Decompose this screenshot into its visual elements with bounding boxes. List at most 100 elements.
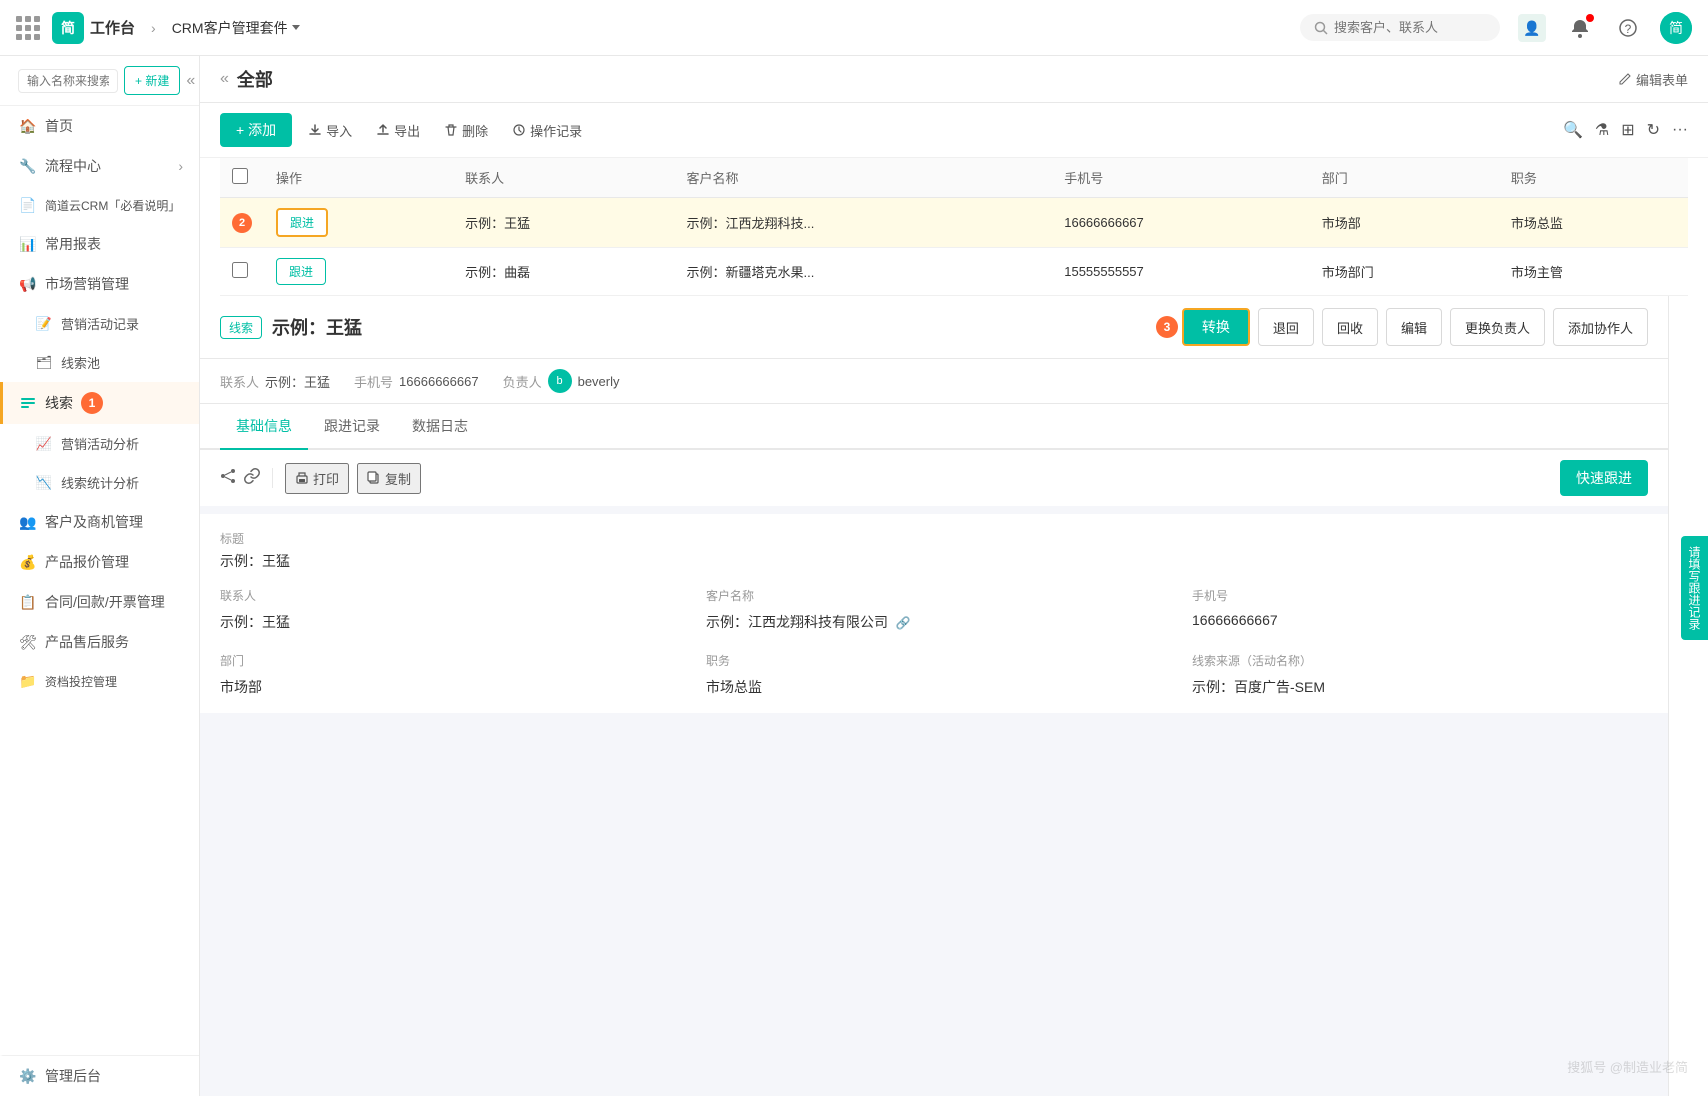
side-quick-panel: 请填写跟进记录 xyxy=(1668,296,1708,1096)
sidebar-item-admin[interactable]: ⚙️ 管理后台 xyxy=(0,1055,199,1096)
collapse-sidebar-btn[interactable]: « xyxy=(220,70,229,88)
export-button[interactable]: 导出 xyxy=(368,115,428,146)
tab-data-log[interactable]: 数据日志 xyxy=(396,404,484,450)
sidebar-item-leads[interactable]: 线索 1 xyxy=(0,382,199,424)
toolbar-separator xyxy=(272,468,273,488)
svg-text:简: 简 xyxy=(1669,20,1683,36)
sidebar-item-leads-analysis[interactable]: 📉 线索统计分析 xyxy=(0,463,199,502)
convert-button[interactable]: 转换 xyxy=(1182,308,1250,346)
detail-wrapper: 线索 示例：王猛 3 转换 退回 回收 编辑 更换负责人 添加协作人 xyxy=(200,296,1708,1096)
leads-analysis-icon: 📉 xyxy=(35,474,53,492)
table-row: 2 跟进 示例：王猛 示例：江西龙翔科技... 16666666667 市场部 … xyxy=(220,198,1688,248)
user-avatar[interactable]: 简 xyxy=(1660,12,1692,44)
leads-badge: 1 xyxy=(81,392,103,414)
sidebar-item-leads-pool[interactable]: 🗂 线索池 xyxy=(0,343,199,382)
row2-checkbox[interactable] xyxy=(232,262,248,278)
breadcrumb-crm[interactable]: CRM客户管理套件 xyxy=(172,18,300,38)
detail-content-toolbar: 打印 复制 快速跟进 xyxy=(200,450,1668,506)
add-collaborator-button[interactable]: 添加协作人 xyxy=(1553,308,1648,346)
doc-icon: 📄 xyxy=(19,196,37,214)
sidebar-item-reports[interactable]: 📊 常用报表 xyxy=(0,224,199,264)
add-button[interactable]: + 添加 xyxy=(220,113,292,147)
activity-log-button[interactable]: 操作记录 xyxy=(504,115,590,146)
sidebar-item-assets[interactable]: 📁 资档投控管理 xyxy=(0,662,199,700)
marketing-icon: 📢 xyxy=(19,275,37,293)
detail-info-bar: 联系人 示例：王猛 手机号 16666666667 负责人 b beverly xyxy=(200,359,1668,404)
col-contact: 联系人 xyxy=(453,158,674,198)
toolbar-more-icon[interactable]: ··· xyxy=(1672,121,1688,139)
assets-icon: 📁 xyxy=(19,672,37,690)
svg-text:?: ? xyxy=(1625,22,1632,36)
leads-pool-icon: 🗂 xyxy=(35,354,53,372)
reclaim-button[interactable]: 回收 xyxy=(1322,308,1378,346)
svg-text:👤: 👤 xyxy=(1523,20,1540,37)
sidebar-item-customers[interactable]: 👥 客户及商机管理 xyxy=(0,502,199,542)
sidebar-item-jiandao[interactable]: 📄 简道云CRM「必看说明」 xyxy=(0,186,199,224)
toolbar-search-icon[interactable]: 🔍 xyxy=(1563,120,1583,140)
row2-followup-button[interactable]: 跟进 xyxy=(276,258,326,285)
sidebar-item-marketing[interactable]: 📢 市场营销管理 xyxy=(0,264,199,304)
sidebar-item-contract[interactable]: 📋 合同/回款/开票管理 xyxy=(0,582,199,622)
edit-button[interactable]: 编辑 xyxy=(1386,308,1442,346)
retreat-button[interactable]: 退回 xyxy=(1258,308,1314,346)
logo-text[interactable]: 工作台 xyxy=(90,17,135,38)
import-button[interactable]: 导入 xyxy=(300,115,360,146)
activity-icon: 📝 xyxy=(35,315,53,333)
share-icon[interactable] xyxy=(220,468,236,489)
sidebar-item-after-sales[interactable]: 🛠 产品售后服务 xyxy=(0,622,199,662)
list-toolbar: + 添加 导入 导出 删除 操作记录 🔍 ⚗ ⊞ ↻ · xyxy=(200,103,1708,158)
col-customer: 客户名称 xyxy=(675,158,1053,198)
user-icon[interactable]: 👤 xyxy=(1516,12,1548,44)
edit-form-button[interactable]: 编辑表单 xyxy=(1618,70,1688,89)
tab-followup-records[interactable]: 跟进记录 xyxy=(308,404,396,450)
notification-icon[interactable] xyxy=(1564,12,1596,44)
row1-followup-button[interactable]: 跟进 xyxy=(276,208,328,237)
clock-icon xyxy=(512,123,526,137)
page-title-area: « 全部 xyxy=(220,66,273,92)
sidebar-item-mkt-analysis[interactable]: 📈 营销活动分析 xyxy=(0,424,199,463)
copy-button[interactable]: 复制 xyxy=(357,463,421,494)
sidebar: + 新建 « 🏠 首页 🔧 流程中心 › 📄 简道云CRM「必看说明」 📊 常用… xyxy=(0,56,200,1096)
change-owner-button[interactable]: 更换负责人 xyxy=(1450,308,1545,346)
row1-step-badge: 2 xyxy=(232,213,252,233)
sidebar-item-home[interactable]: 🏠 首页 xyxy=(0,106,199,146)
sidebar-item-workflow[interactable]: 🔧 流程中心 › xyxy=(0,146,199,186)
export-icon xyxy=(376,123,390,137)
top-nav: 简 工作台 › CRM客户管理套件 👤 ? 简 xyxy=(0,0,1708,56)
delete-button[interactable]: 删除 xyxy=(436,115,496,146)
field-dept: 部门 市场部 xyxy=(220,652,676,697)
global-search-input[interactable] xyxy=(1334,20,1474,35)
global-search[interactable] xyxy=(1300,14,1500,41)
detail-main: 线索 示例：王猛 3 转换 退回 回收 编辑 更换负责人 添加协作人 xyxy=(200,296,1668,1096)
customers-icon: 👥 xyxy=(19,513,37,531)
right-quick-followup[interactable]: 请填写跟进记录 xyxy=(1681,536,1708,640)
admin-icon: ⚙️ xyxy=(19,1067,37,1085)
toolbar-filter-icon[interactable]: ⚗ xyxy=(1595,120,1609,140)
app-grid-icon[interactable] xyxy=(16,16,40,40)
toolbar-view-icon[interactable]: ⊞ xyxy=(1621,120,1634,140)
page-header: « 全部 编辑表单 xyxy=(200,56,1708,103)
quick-followup-button[interactable]: 快速跟进 xyxy=(1560,460,1648,496)
delete-icon xyxy=(444,123,458,137)
tab-basic-info[interactable]: 基础信息 xyxy=(220,404,308,450)
row1-customer: 示例：江西龙翔科技... xyxy=(675,198,1053,248)
link-icon[interactable] xyxy=(244,468,260,489)
toolbar-refresh-icon[interactable]: ↻ xyxy=(1647,120,1660,140)
leads-tag: 线索 xyxy=(220,316,262,339)
help-icon[interactable]: ? xyxy=(1612,12,1644,44)
field-source: 线索来源（活动名称） 示例：百度广告-SEM xyxy=(1192,652,1648,697)
select-all-checkbox[interactable] xyxy=(232,168,248,184)
breadcrumb-sep: › xyxy=(151,20,156,36)
col-action: 操作 xyxy=(264,158,453,198)
step3-badge: 3 xyxy=(1156,316,1178,338)
print-button[interactable]: 打印 xyxy=(285,463,349,494)
main-layout: + 新建 « 🏠 首页 🔧 流程中心 › 📄 简道云CRM「必看说明」 📊 常用… xyxy=(0,56,1708,1096)
sidebar-item-marketing-activity[interactable]: 📝 营销活动记录 xyxy=(0,304,199,343)
collapse-icon[interactable]: « xyxy=(186,72,195,90)
customer-link-icon[interactable]: 🔗 xyxy=(896,616,911,630)
content-area: « 全部 编辑表单 + 添加 导入 导出 删除 xyxy=(200,56,1708,1096)
new-button[interactable]: + 新建 xyxy=(124,66,180,95)
sidebar-item-price[interactable]: 💰 产品报价管理 xyxy=(0,542,199,582)
field-customer: 客户名称 示例：江西龙翔科技有限公司 🔗 xyxy=(706,587,1162,632)
sidebar-search-input[interactable] xyxy=(18,69,118,93)
